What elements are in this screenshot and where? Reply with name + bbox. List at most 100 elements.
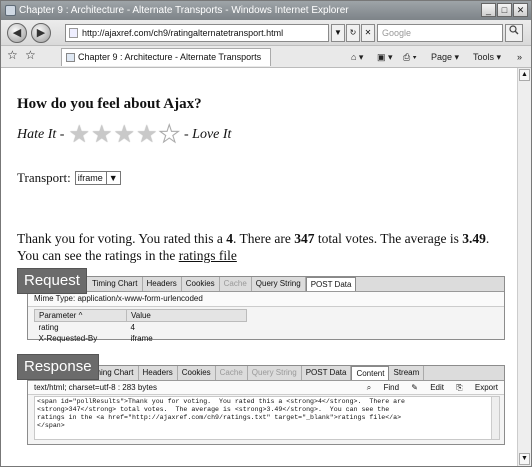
table-row: rating 4 <box>35 322 247 333</box>
tab-headers[interactable]: Headers <box>139 366 178 380</box>
feeds-icon[interactable]: ▣ ▾ <box>377 50 393 64</box>
minimize-button[interactable]: _ <box>481 3 496 17</box>
star-outline-icon[interactable]: ★ <box>158 123 180 148</box>
browser-window: Chapter 9 : Architecture - Alternate Tra… <box>0 0 532 467</box>
star-rating: ★ ★ ★ ★ ★ <box>68 123 180 148</box>
ie-app-icon <box>5 5 16 16</box>
edit-button[interactable]: ✎ Edit <box>411 383 444 392</box>
tab-content[interactable]: Content <box>351 366 390 380</box>
tools-menu[interactable]: Tools ▾ <box>473 50 501 64</box>
refresh-icon[interactable]: ↻ <box>346 24 360 42</box>
search-icon[interactable] <box>505 24 523 42</box>
mime-type-row: Mime Type: application/x-www-form-urlenc… <box>28 292 504 307</box>
navigation-bar: ◀ ▶ http://ajaxref.com/ch9/ratingalterna… <box>1 20 531 46</box>
response-tabs: Timing Chart Headers Cookies Cache Query… <box>28 366 504 381</box>
param-value: iframe <box>130 333 153 343</box>
print-icon[interactable]: ⎙ ▾ <box>403 50 416 64</box>
rating-widget: Hate It - ★ ★ ★ ★ ★ - Love It <box>17 123 232 148</box>
tab-active[interactable]: Chapter 9 : Architecture - Alternate Tra… <box>61 48 271 66</box>
address-url: http://ajaxref.com/ch9/ratingalternatetr… <box>82 28 284 38</box>
request-panel: Timing Chart Headers Cookies Cache Query… <box>27 276 505 343</box>
edit-label: Edit <box>430 383 445 392</box>
page-content: How do you feel about Ajax? Hate It - ★ … <box>1 68 517 466</box>
transport-value: iframe <box>77 173 103 183</box>
request-tabs: Timing Chart Headers Cookies Cache Query… <box>28 277 504 292</box>
question-heading: How do you feel about Ajax? <box>17 96 202 112</box>
hate-label: Hate It - <box>17 127 65 142</box>
star-icon[interactable]: ★ <box>91 123 113 147</box>
title-bar: Chapter 9 : Architecture - Alternate Tra… <box>1 1 531 20</box>
page-icon <box>69 28 78 38</box>
response-content-viewer[interactable]: <span id="pollResults">Thank you for vot… <box>34 396 500 440</box>
tab-cookies[interactable]: Cookies <box>182 277 220 291</box>
param-name: rating <box>38 322 59 332</box>
star-icon[interactable]: ★ <box>136 123 158 147</box>
close-button[interactable]: ✕ <box>513 3 528 17</box>
param-name: X-Requested-By <box>38 333 98 343</box>
tab-post-data[interactable]: POST Data <box>305 277 357 291</box>
maximize-button[interactable]: □ <box>497 3 512 17</box>
response-label: Response <box>17 354 99 380</box>
forward-button[interactable]: ▶ <box>31 23 51 43</box>
address-bar[interactable]: http://ajaxref.com/ch9/ratingalternatetr… <box>65 24 329 42</box>
tab-cache[interactable]: Cache <box>216 366 248 380</box>
response-panel: Timing Chart Headers Cookies Cache Query… <box>27 365 505 445</box>
transport-select[interactable]: iframe ▼ <box>74 171 121 185</box>
add-favorites-icon[interactable]: ☆ <box>25 48 36 62</box>
response-info: text/html; charset=utf-8 : 283 bytes <box>34 383 157 392</box>
more-commands-icon[interactable]: » <box>517 50 522 64</box>
param-value: 4 <box>130 322 135 332</box>
scroll-down-icon[interactable]: ▼ <box>519 453 530 465</box>
tab-cookies[interactable]: Cookies <box>178 366 216 380</box>
column-header-value[interactable]: Value <box>126 309 247 322</box>
tab-bar: ☆ ☆ Chapter 9 : Architecture - Alternate… <box>1 46 531 68</box>
tab-headers[interactable]: Headers <box>143 277 182 291</box>
table-row: X-Requested-By iframe <box>35 333 247 344</box>
response-info-bar: text/html; charset=utf-8 : 283 bytes ⌕ F… <box>28 381 504 395</box>
post-data-table: Parameter ^ Value rating 4 X-Requested-B… <box>34 309 247 344</box>
back-button[interactable]: ◀ <box>7 23 27 43</box>
address-dropdown-button[interactable]: ▼ <box>331 24 345 42</box>
column-header-parameter[interactable]: Parameter ^ <box>34 309 127 322</box>
tab-query-string[interactable]: Query String <box>248 366 302 380</box>
find-button[interactable]: ⌕ Find <box>367 383 399 392</box>
scroll-up-icon[interactable]: ▲ <box>519 69 530 81</box>
result-text: total votes. The average is <box>314 231 463 246</box>
ratings-file-link[interactable]: ratings file <box>179 248 237 263</box>
find-label: Find <box>383 383 400 392</box>
page-menu[interactable]: Page ▾ <box>431 50 459 64</box>
tab-stream[interactable]: Stream <box>389 366 425 380</box>
mime-value: application/x-www-form-urlencoded <box>77 294 203 303</box>
vertical-scrollbar[interactable]: ▲ ▼ <box>517 68 531 466</box>
transport-label: Transport: <box>17 170 71 185</box>
search-input[interactable]: Google <box>377 24 503 42</box>
result-rating: 4 <box>226 231 233 246</box>
star-icon[interactable]: ★ <box>113 123 135 147</box>
transport-row: Transport: iframe ▼ <box>17 170 121 186</box>
content-scrollbar[interactable] <box>491 397 499 439</box>
tab-label: Chapter 9 : Architecture - Alternate Tra… <box>78 52 262 62</box>
chevron-down-icon: ▼ <box>105 172 118 184</box>
result-votes: 347 <box>294 231 315 246</box>
result-text: Thank you for voting. You rated this a <box>17 231 227 246</box>
love-label: - Love It <box>184 127 232 142</box>
vote-result-text: Thank you for voting. You rated this a 4… <box>17 230 507 264</box>
home-icon[interactable]: ⌂ ▾ <box>351 50 363 64</box>
response-tools: ⌕ Find ✎ Edit ⎘ Export <box>357 381 498 394</box>
stop-icon[interactable]: ✕ <box>361 24 375 42</box>
window-controls: _ □ ✕ <box>481 3 528 17</box>
tab-post-data[interactable]: POST Data <box>302 366 352 380</box>
export-button[interactable]: ⎘ Export <box>456 383 498 392</box>
tab-cache[interactable]: Cache <box>220 277 252 291</box>
star-icon[interactable]: ★ <box>68 123 90 147</box>
tab-query-string[interactable]: Query String <box>252 277 306 291</box>
response-code: <span id="pollResults">Thank you for vot… <box>37 398 405 429</box>
favorites-star-icon[interactable]: ☆ <box>7 48 18 62</box>
window-title: Chapter 9 : Architecture - Alternate Tra… <box>19 5 349 16</box>
result-text: . There are <box>232 231 295 246</box>
request-label: Request <box>17 268 87 294</box>
export-label: Export <box>474 383 498 392</box>
tab-favicon <box>66 53 75 62</box>
mime-label: Mime Type: <box>34 294 76 303</box>
result-average: 3.49 <box>462 231 486 246</box>
